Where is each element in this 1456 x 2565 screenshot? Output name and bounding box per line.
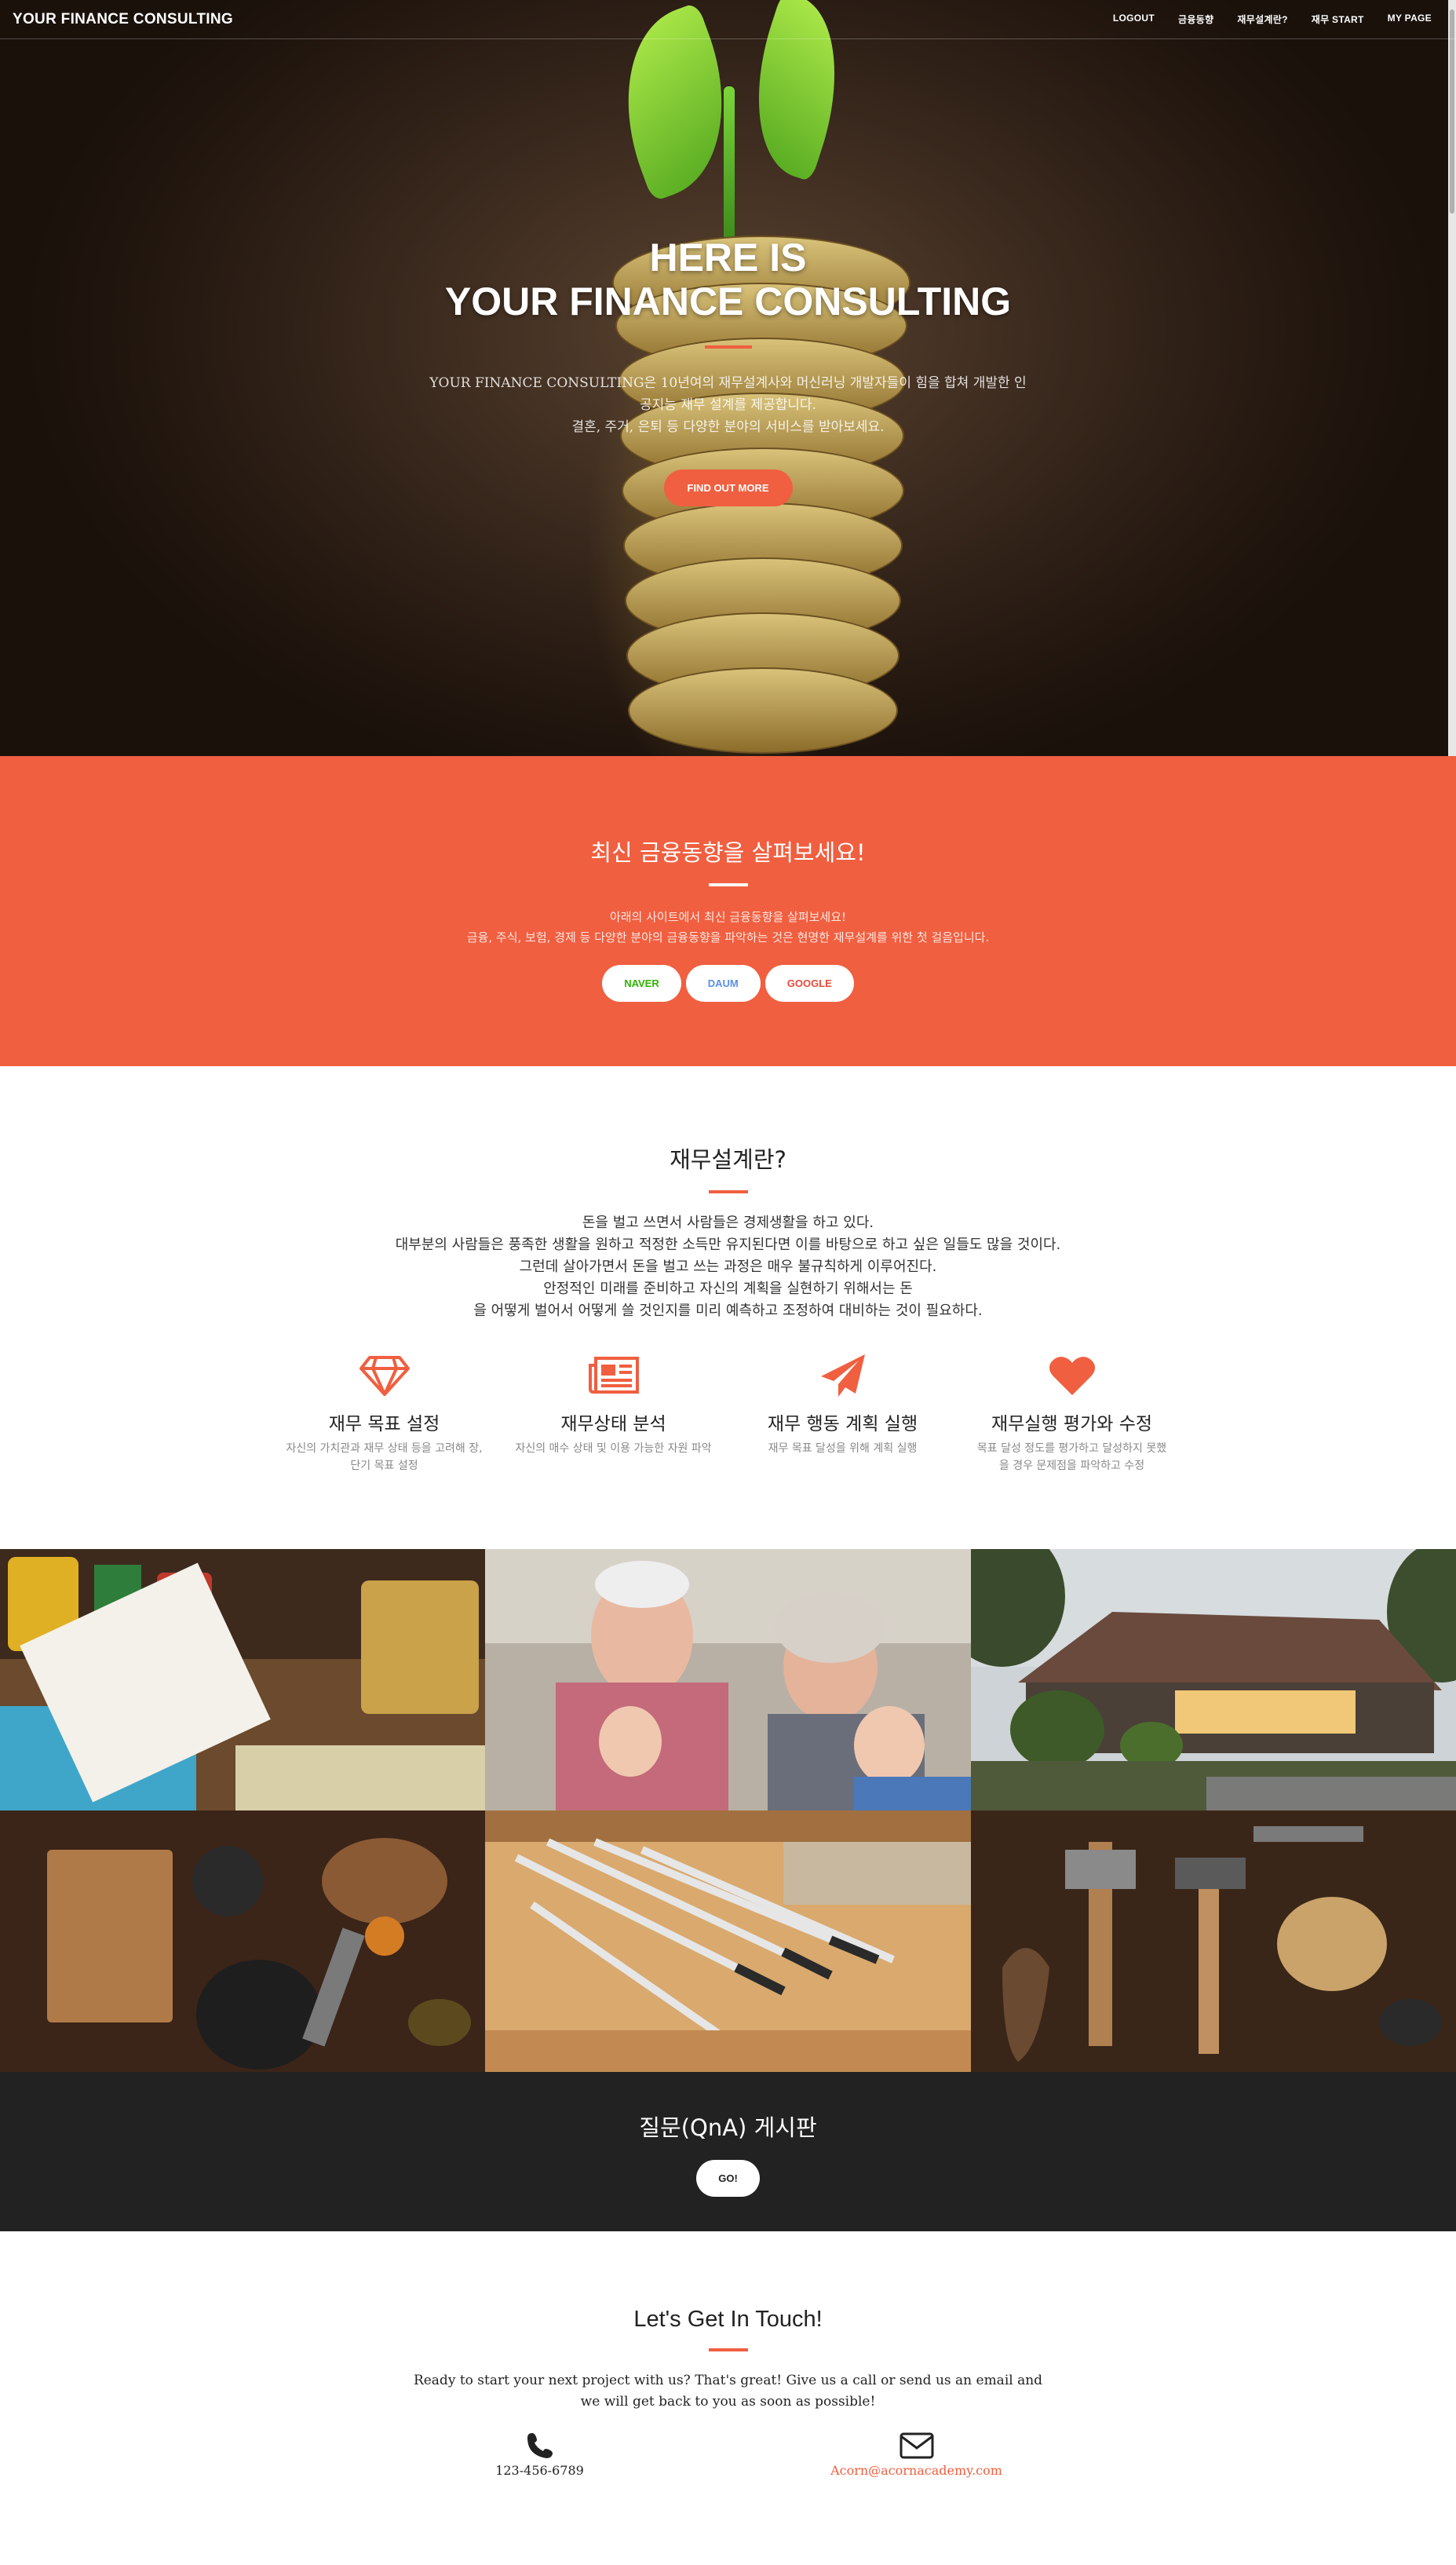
- contact-email: Acorn@acornacademy.com: [799, 2428, 1035, 2478]
- go-button[interactable]: GO!: [696, 2160, 760, 2197]
- paper-plane-icon: [728, 1352, 958, 1399]
- scrollbar-thumb[interactable]: [1450, 9, 1454, 214]
- contact-lead-line: Ready to start your next project with us…: [413, 2373, 1043, 2388]
- country-house-photo: [971, 1549, 1456, 1810]
- about-section: 재무설계란? 돈을 벌고 쓰면서 사람들은 경제생활을 하고 있다. 대부분의 …: [0, 1066, 1456, 1549]
- nav-links: LOGOUT 금융동향 재무설계란? 재무 START MY PAGE: [1101, 13, 1443, 26]
- daum-button[interactable]: DAUM: [685, 965, 761, 1002]
- section-divider: [708, 883, 748, 886]
- about-text-line: 안정적인 미래를 준비하고 자신의 계획을 실현하기 위해서는 돈: [543, 1281, 913, 1297]
- contact-lead: Ready to start your next project with us…: [0, 2370, 1456, 2413]
- service-text: 자신의 매수 상태 및 이용 가능한 자원 파악: [515, 1442, 712, 1455]
- service-title: 재무실행 평가와 수정: [991, 1414, 1153, 1434]
- email-link[interactable]: Acorn@acornacademy.com: [799, 2463, 1035, 2478]
- service-title: 재무 행동 계획 실행: [767, 1414, 918, 1434]
- envelope-icon: [799, 2428, 1035, 2463]
- hero-text-line: 결혼, 주거, 은퇴 등 다양한 분야의 서비스를 받아보세요.: [571, 419, 885, 435]
- kitchen-tools-photo: [0, 1810, 485, 2072]
- nav-item-mypage[interactable]: MY PAGE: [1376, 13, 1443, 26]
- fountain-pens-photo: [485, 1810, 971, 2072]
- service-text: 재무 목표 달성을 위해 계획 실행: [768, 1442, 918, 1455]
- diamond-icon: [270, 1352, 499, 1399]
- about-text: 돈을 벌고 쓰면서 사람들은 경제생활을 하고 있다. 대부분의 사람들은 풍족…: [0, 1212, 1456, 1322]
- portfolio-tile-tools[interactable]: [971, 1810, 1456, 2072]
- brand-logo[interactable]: YOUR FINANCE CONSULTING: [13, 11, 233, 28]
- sprout-stem: [724, 86, 735, 243]
- trends-section: 최신 금융동향을 살펴보세요! 아래의 사이트에서 최신 금융동향을 살펴보세요…: [0, 756, 1456, 1066]
- trends-text-line: 아래의 사이트에서 최신 금융동향을 살펴보세요!: [609, 910, 847, 924]
- nav-item-logout[interactable]: LOGOUT: [1101, 13, 1166, 26]
- service-title: 재무 목표 설정: [328, 1414, 440, 1434]
- navbar: YOUR FINANCE CONSULTING LOGOUT 금융동향 재무설계…: [0, 0, 1456, 39]
- contact-items: 123-456-6789 Acorn@acornacademy.com: [0, 2428, 1456, 2478]
- portfolio-tile-family[interactable]: [485, 1549, 971, 1810]
- contact-lead-line: we will get back to you as soon as possi…: [580, 2394, 876, 2410]
- portfolio-tile-kitchen[interactable]: [0, 1810, 485, 2072]
- qna-section: 질문(QnA) 게시판 GO!: [0, 2072, 1456, 2231]
- about-text-line: 을 어떻게 벌어서 어떻게 쓸 것인지를 미리 예측하고 조정하여 대비하는 것…: [473, 1303, 983, 1319]
- section-divider: [708, 1190, 748, 1193]
- naver-button[interactable]: NAVER: [602, 965, 681, 1002]
- section-divider: [708, 2348, 748, 2351]
- about-title: 재무설계란?: [670, 1146, 786, 1173]
- grandparents-children-photo: [485, 1549, 971, 1810]
- contact-title: Let's Get In Touch!: [633, 2307, 823, 2332]
- portfolio-grid: [0, 1549, 1456, 2072]
- portfolio-tile-receipt[interactable]: [0, 1549, 485, 1810]
- about-text-line: 대부분의 사람들은 풍족한 생활을 원하고 적정한 소득만 유지된다면 이를 바…: [395, 1237, 1061, 1253]
- service-text: 자신의 가치관과 재무 상태 등을 고려해 장,단기 목표 설정: [286, 1442, 483, 1472]
- phone-icon: [422, 2428, 658, 2463]
- trends-title: 최신 금융동향을 살펴보세요!: [590, 839, 866, 866]
- service-item: 재무 목표 설정 자신의 가치관과 재무 상태 등을 고려해 장,단기 목표 설…: [270, 1352, 499, 1474]
- services-row: 재무 목표 설정 자신의 가치관과 재무 상태 등을 고려해 장,단기 목표 설…: [0, 1352, 1456, 1474]
- hero-content: HERE IS YOUR FINANCE CONSULTING YOUR FIN…: [0, 236, 1456, 506]
- trends-text: 아래의 사이트에서 최신 금융동향을 살펴보세요! 금융, 주식, 보험, 경제…: [0, 907, 1456, 948]
- trends-text-line: 금융, 주식, 보험, 경제 등 다양한 분야의 금융동향을 파악하는 것은 현…: [466, 930, 990, 945]
- about-text-line: 돈을 벌고 쓰면서 사람들은 경제생활을 하고 있다.: [582, 1215, 874, 1231]
- service-item: 재무실행 평가와 수정 목표 달성 정도를 평가하고 달성하지 못했을 경우 문…: [958, 1352, 1187, 1474]
- about-text-line: 그런데 살아가면서 돈을 벌고 쓰는 과정은 매우 불규칙하게 이루어진다.: [519, 1259, 937, 1275]
- contact-section: Let's Get In Touch! Ready to start your …: [0, 2231, 1456, 2565]
- portfolio-tile-pens[interactable]: [485, 1810, 971, 2072]
- hero-title-line: YOUR FINANCE CONSULTING: [444, 280, 1012, 323]
- hero-title-line: HERE IS: [649, 236, 807, 280]
- contact-phone: 123-456-6789: [422, 2428, 658, 2478]
- hero-text-line: 공지능 재무 설계를 제공합니다.: [640, 397, 816, 413]
- portal-buttons: NAVER DAUM GOOGLE: [0, 965, 1456, 1002]
- hero-title: HERE IS YOUR FINANCE CONSULTING: [0, 236, 1456, 323]
- heart-icon: [958, 1352, 1187, 1399]
- hero-text-line: YOUR FINANCE CONSULTING은 10년여의 재무설계사와 머신…: [429, 375, 1027, 391]
- portfolio-tile-house[interactable]: [971, 1549, 1456, 1810]
- nav-item-trends[interactable]: 금융동향: [1166, 13, 1225, 26]
- service-item: 재무상태 분석 자신의 매수 상태 및 이용 가능한 자원 파악: [499, 1352, 728, 1474]
- newspaper-icon: [499, 1352, 728, 1399]
- nav-item-about[interactable]: 재무설계란?: [1225, 13, 1299, 26]
- service-text: 목표 달성 정도를 평가하고 달성하지 못했을 경우 문제점을 파악하고 수정: [976, 1442, 1167, 1472]
- hero-section: HERE IS YOUR FINANCE CONSULTING YOUR FIN…: [0, 0, 1456, 756]
- receipt-groceries-photo: [0, 1549, 485, 1810]
- hero-text: YOUR FINANCE CONSULTING은 10년여의 재무설계사와 머신…: [0, 372, 1456, 438]
- service-title: 재무상태 분석: [560, 1414, 666, 1434]
- nav-item-start[interactable]: 재무 START: [1300, 13, 1376, 26]
- find-out-more-button[interactable]: FIND OUT MORE: [663, 470, 793, 506]
- hero-divider: [704, 345, 752, 349]
- service-item: 재무 행동 계획 실행 재무 목표 달성을 위해 계획 실행: [728, 1352, 958, 1474]
- phone-number[interactable]: 123-456-6789: [422, 2463, 658, 2478]
- google-button[interactable]: GOOGLE: [764, 965, 854, 1002]
- qna-title: 질문(QnA) 게시판: [639, 2114, 817, 2141]
- hand-tools-photo: [971, 1810, 1456, 2072]
